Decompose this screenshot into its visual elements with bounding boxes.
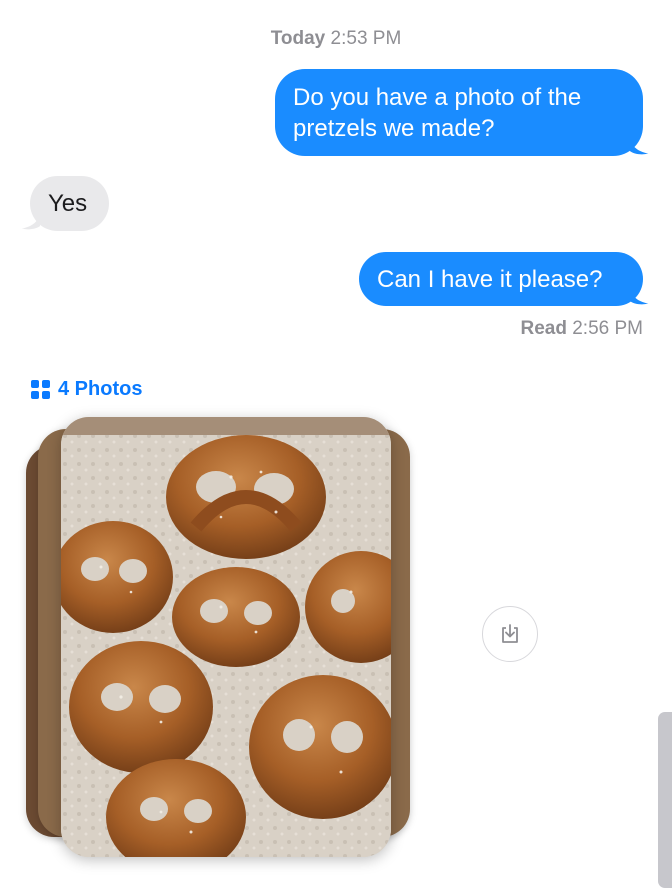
timestamp-day: Today bbox=[270, 28, 326, 49]
message-text: Do you have a photo of the pretzels we m… bbox=[293, 84, 582, 142]
message-text: Can I have it please? bbox=[377, 266, 603, 293]
conversation-timestamp: Today 2:53 PM bbox=[0, 28, 672, 50]
pretzel-photo-image bbox=[61, 417, 391, 857]
read-time: 2:56 PM bbox=[572, 318, 643, 339]
read-receipt: Read 2:56 PM bbox=[520, 318, 643, 340]
incoming-message-bubble[interactable]: Yes bbox=[30, 176, 109, 231]
save-photos-button[interactable] bbox=[482, 606, 538, 662]
photos-link-label: 4 Photos bbox=[58, 378, 143, 400]
read-label: Read bbox=[520, 318, 567, 339]
photos-collection-link[interactable]: 4 Photos bbox=[31, 378, 142, 401]
timestamp-time: 2:53 PM bbox=[330, 28, 402, 49]
pretzel bbox=[166, 435, 326, 559]
grid-icon bbox=[31, 380, 50, 399]
vertical-scrollbar[interactable] bbox=[658, 712, 672, 888]
conversation-view: Today 2:53 PM Do you have a photo of the… bbox=[0, 0, 672, 888]
pretzel-photo[interactable] bbox=[61, 417, 391, 857]
outgoing-message-bubble[interactable]: Can I have it please? bbox=[359, 252, 643, 306]
message-text: Yes bbox=[48, 190, 88, 217]
download-icon bbox=[502, 624, 518, 643]
photo-stack[interactable] bbox=[24, 415, 419, 865]
outgoing-message-bubble[interactable]: Do you have a photo of the pretzels we m… bbox=[275, 69, 643, 156]
